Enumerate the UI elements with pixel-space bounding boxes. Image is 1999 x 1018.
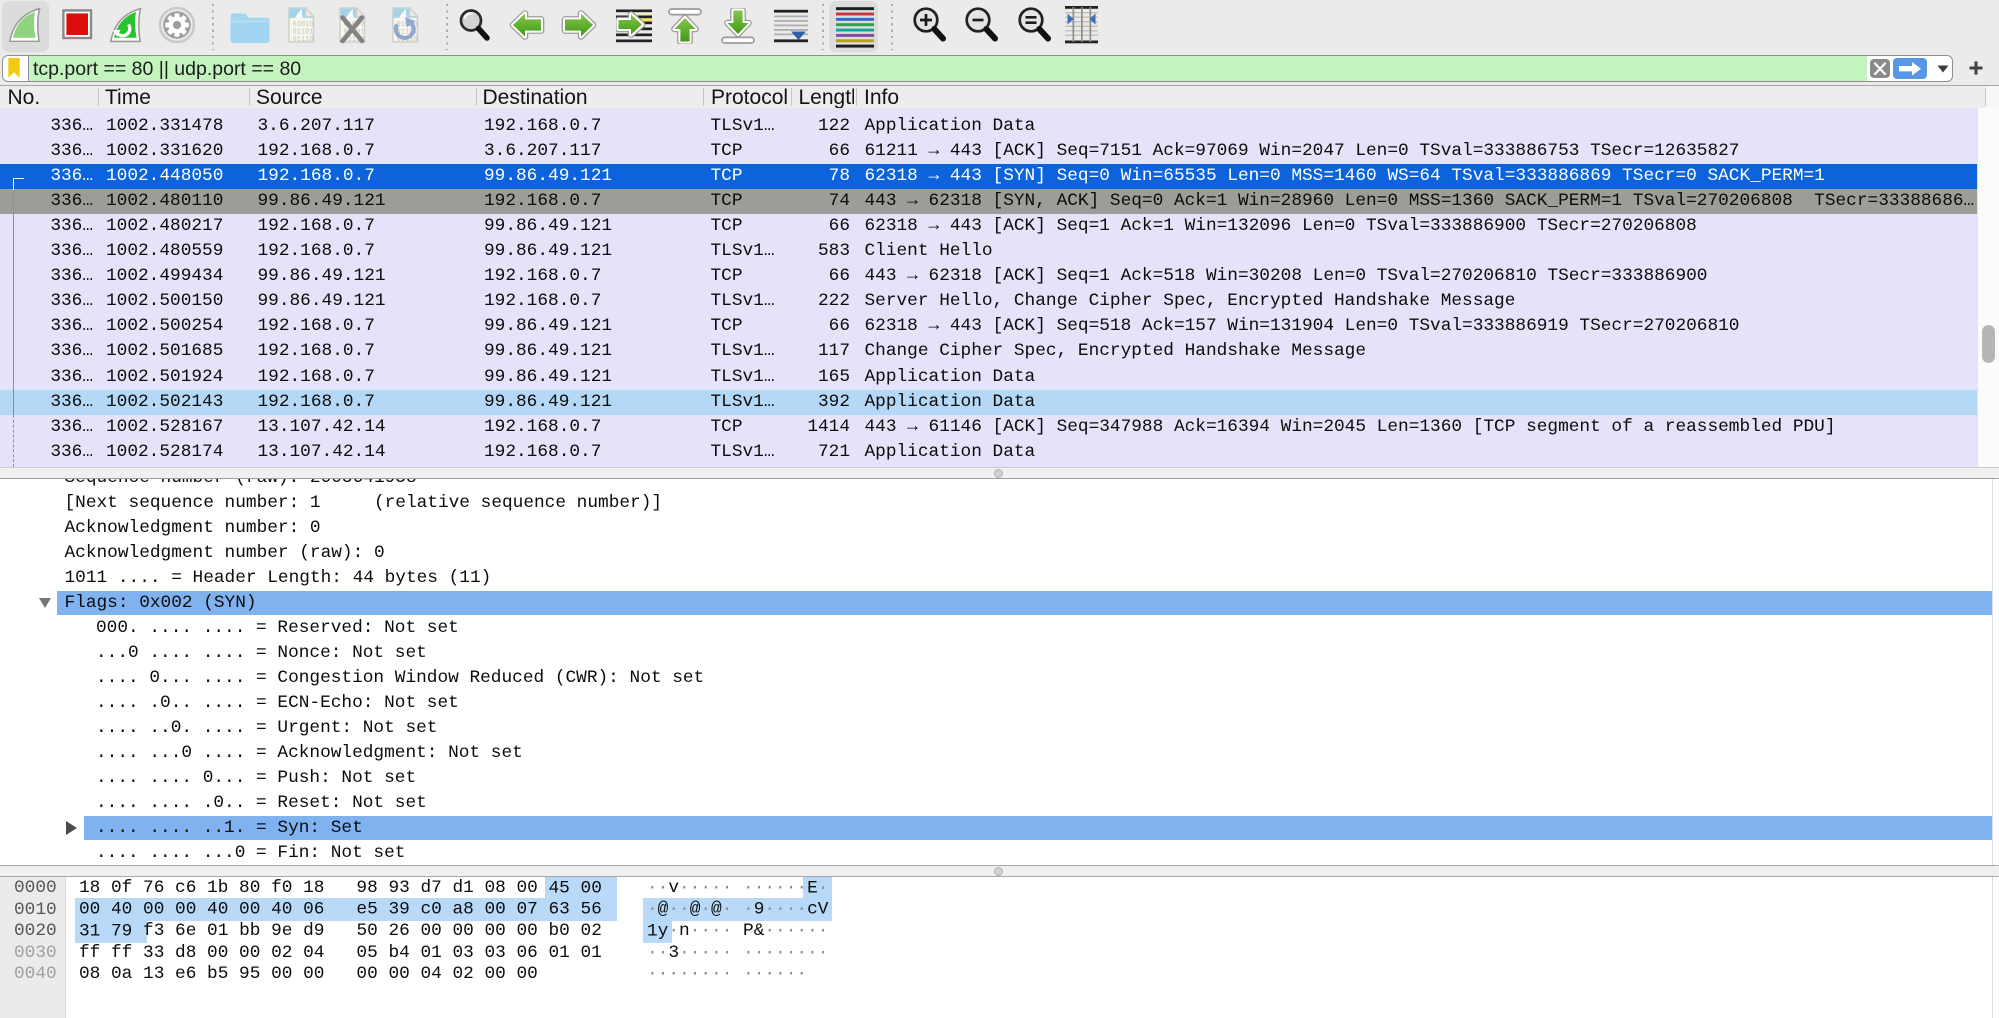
- svg-text:01110: 01110: [293, 36, 314, 44]
